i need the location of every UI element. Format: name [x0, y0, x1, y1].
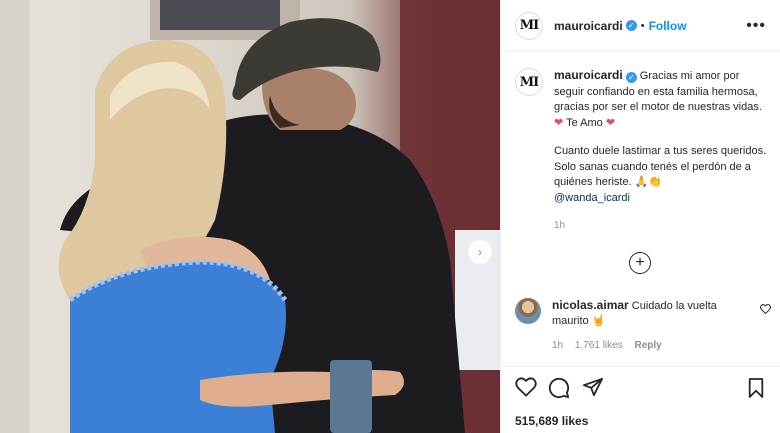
- pray-clap-emoji: 🙏👏: [634, 176, 663, 188]
- comment-item: nicolas.aimar Cuidado la vuelta maurito …: [515, 298, 771, 353]
- comment-icon[interactable]: [548, 377, 570, 402]
- share-icon[interactable]: [582, 377, 604, 400]
- comment-likes-count[interactable]: 1,761 likes: [575, 340, 623, 351]
- te-amo-text: Te Amo: [566, 116, 603, 129]
- red-heart-emoji: ❤: [554, 116, 564, 129]
- couple-photo-illustration: [0, 0, 500, 433]
- next-photo-button[interactable]: ›: [468, 240, 492, 264]
- bookmark-icon[interactable]: [747, 377, 765, 402]
- commenter-username[interactable]: nicolas.aimar: [552, 298, 629, 312]
- follow-button[interactable]: Follow: [649, 19, 687, 33]
- caption-username[interactable]: mauroicardi: [554, 68, 623, 82]
- post-photo[interactable]: ›: [0, 0, 500, 433]
- caption-paragraph-1: mauroicardi ✓ Gracias mi amor por seguir …: [554, 68, 771, 131]
- commenter-avatar[interactable]: [515, 298, 541, 324]
- chevron-right-icon: ›: [478, 245, 482, 259]
- avatar-monogram: MI: [519, 74, 540, 90]
- comment-like-heart-icon[interactable]: [760, 304, 771, 317]
- caption: MI mauroicardi ✓ Gracias mi amor por segu…: [515, 68, 771, 234]
- avatar-monogram: MI: [519, 18, 540, 33]
- more-options-icon[interactable]: •••: [746, 17, 766, 35]
- post-sidebar: MI mauroicardi ✓ • Follow ••• MI mauroic…: [500, 0, 780, 433]
- post-header: MI mauroicardi ✓ • Follow •••: [501, 0, 780, 52]
- reply-button[interactable]: Reply: [635, 340, 662, 351]
- plus-icon: +: [635, 254, 645, 271]
- mention-link[interactable]: @wanda_icardi: [554, 192, 630, 204]
- likes-count[interactable]: 515,689 likes: [515, 414, 588, 428]
- red-heart-emoji: ❤: [605, 116, 616, 129]
- verified-badge-icon: ✓: [625, 20, 637, 31]
- caption-body: mauroicardi ✓ Gracias mi amor por seguir …: [554, 68, 771, 234]
- rock-hand-emoji: 🤘: [591, 315, 606, 327]
- caption-paragraph-2: Cuanto duele lastimar a tus seres querid…: [554, 144, 771, 206]
- author-username[interactable]: mauroicardi: [554, 19, 623, 33]
- separator-dot: •: [640, 19, 645, 32]
- verified-badge-icon: ✓: [625, 72, 637, 84]
- author-avatar[interactable]: MI: [515, 11, 543, 40]
- comment-timestamp: 1h: [552, 340, 564, 351]
- action-bar: 515,689 likes: [501, 366, 780, 433]
- caption-avatar[interactable]: MI: [515, 68, 543, 96]
- load-more-comments-button[interactable]: +: [629, 252, 651, 274]
- comment-body: nicolas.aimar Cuidado la vuelta maurito …: [552, 298, 742, 353]
- comment-meta: 1h 1,761 likes Reply: [552, 338, 742, 353]
- caption-timestamp: 1h: [554, 220, 566, 231]
- heart-icon[interactable]: [515, 377, 537, 400]
